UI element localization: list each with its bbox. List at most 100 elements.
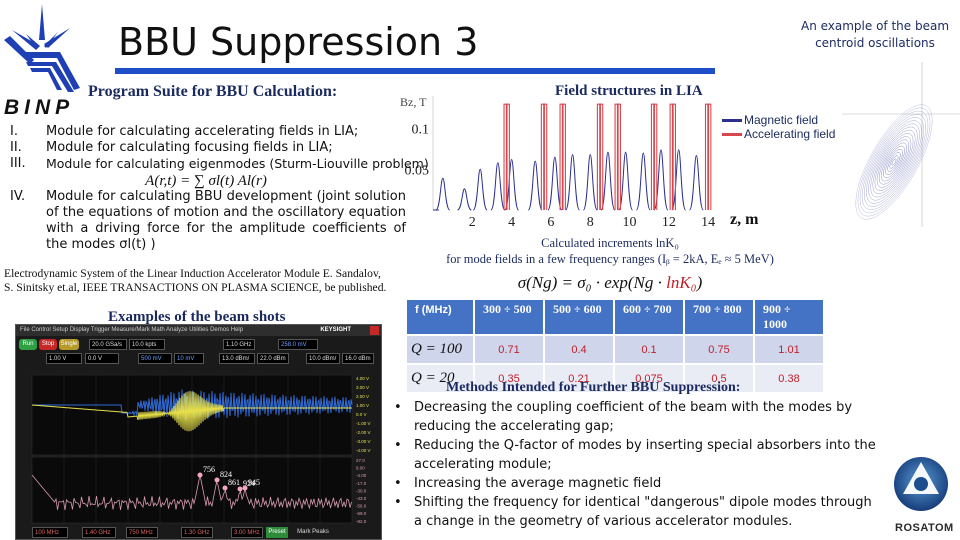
accelerating-field-pulse	[561, 103, 566, 210]
db-tick-label: 27.0	[356, 458, 365, 463]
scope-mark-peaks-toggle[interactable]: Mark Peaks	[292, 527, 334, 538]
binp-logo-icon	[4, 4, 80, 92]
scope-ch1-scale[interactable]: 1.00 V	[46, 353, 82, 364]
citation-line-1: Electrodynamic System of the Linear Indu…	[4, 267, 381, 280]
table-cell: 0.1	[615, 336, 683, 363]
accelerating-field-pulse	[707, 103, 712, 210]
legend-item-magnetic: Magnetic field	[722, 113, 835, 127]
scope-ch2-scale[interactable]: 500 mV	[138, 353, 172, 364]
module-item-3: III. Module for calculating eigenmodes (S…	[6, 156, 429, 172]
centroid-orbit	[864, 117, 924, 207]
scope-close-icon[interactable]	[370, 326, 379, 335]
scope-start-field[interactable]: 100 MHz	[32, 527, 68, 538]
scope-memory[interactable]: 10.0 kpts	[129, 339, 165, 350]
accelerating-field-pulse	[671, 103, 677, 210]
scope-stop-button[interactable]: Stop	[39, 339, 57, 350]
module-item-1: I. Module for calculating accelerating fi…	[6, 124, 406, 140]
time-domain-grid	[31, 374, 353, 456]
centroid-orbit	[859, 110, 929, 214]
bullet: •	[394, 400, 402, 415]
caption-line-2: centroid oscillations	[815, 36, 935, 50]
methods-title: Methods Intended for Further BBU Suppres…	[446, 380, 741, 395]
module-text: Module for calculating focusing fields i…	[46, 140, 333, 156]
table-cell: 0.4	[545, 336, 613, 363]
db-tick-label: -43.0	[356, 496, 367, 501]
spectrum-peak-label: 945	[248, 478, 260, 487]
db-tick-label: -56.0	[356, 504, 367, 509]
beam-centroid-caption: An example of the beam centroid oscillat…	[800, 18, 950, 52]
spectrum-peak-label: 824	[220, 470, 232, 479]
scope-math1-ref[interactable]: 22.0 dBm	[257, 353, 289, 364]
module-item-4: IV. Module for calculating BBU developmen…	[6, 189, 406, 254]
spectrum-trace	[31, 474, 352, 511]
formula-lnk0: lnK₀	[666, 273, 697, 292]
centroid-orbit	[887, 152, 901, 172]
table-header: 300 ÷ 500	[475, 300, 543, 334]
scope-span-field[interactable]: 1.30 GHz	[181, 527, 213, 538]
x-tick-label: 14	[701, 215, 715, 230]
x-tick-label: 8	[587, 215, 594, 230]
scope-trigger-level[interactable]: 258.0 mV	[278, 339, 318, 350]
x-tick-label: 12	[662, 215, 676, 230]
db-tick-label: -30.0	[356, 488, 367, 493]
citation: Electrodynamic System of the Linear Indu…	[4, 267, 404, 295]
scope-math2-scale[interactable]: 10.0 dBm/	[306, 353, 340, 364]
x-tick-label: 4	[508, 215, 515, 230]
legend-label: Accelerating field	[744, 127, 836, 141]
scope-single-button[interactable]: Single	[59, 339, 79, 350]
x-tick-label: 2	[469, 215, 476, 230]
centroid-orbit	[889, 155, 899, 169]
scope-preset-button[interactable]: Preset	[266, 527, 288, 538]
accelerating-field-pulse	[616, 103, 621, 210]
program-suite-title: Program Suite for BBU Calculation:	[88, 83, 338, 100]
page-title: BBU Suppression 3	[118, 20, 479, 64]
channel1-waveform	[31, 391, 352, 432]
spectrum-peak-marker	[214, 477, 220, 483]
legend-item-accelerating: Accelerating field	[722, 127, 835, 141]
centroid-orbit	[870, 126, 918, 198]
method-item: • Reducing the Q-factor of modes by inser…	[392, 436, 882, 474]
spectrum-grid	[31, 456, 353, 524]
method-text: Increasing the average magnetic field	[414, 476, 662, 491]
eigenmode-formula: A(r,t) = ∑ σl(t) Al(r)	[145, 172, 267, 189]
scope-cf-field[interactable]: 750 MHz	[126, 527, 158, 538]
db-tick-label: -82.0	[356, 519, 367, 524]
scope-math1-scale[interactable]: 13.0 dBm/	[219, 353, 255, 364]
spectrum-peak-label: 756	[203, 465, 215, 474]
centroid-orbit	[868, 123, 920, 201]
scope-menubar: File Control Setup Display Trigger Measu…	[16, 325, 381, 336]
method-item: • Decreasing the coupling coefficient of …	[392, 398, 882, 436]
legend-swatch	[722, 118, 742, 122]
growth-formula: σ(Ng) = σ₀ · exp(Ng · lnK₀)	[400, 273, 820, 293]
x-tick-label: 10	[623, 215, 637, 230]
table-row-label: Q = 100	[407, 336, 473, 363]
table-header-row: f (MHz) 300 ÷ 500 500 ÷ 600 600 ÷ 700 70…	[407, 300, 823, 334]
spectrum-peak-marker	[197, 472, 203, 478]
scope-run-button[interactable]: Run	[19, 339, 37, 350]
x-tick-label: 6	[547, 215, 554, 230]
volt-tick-label: -3.00 V	[356, 439, 371, 444]
legend-swatch	[722, 132, 742, 136]
volt-tick-label: -1.00 V	[356, 421, 371, 426]
scope-frequency[interactable]: 1.10 GHz	[223, 339, 255, 350]
table-cell: 1.01	[755, 336, 823, 363]
accelerating-field-pulse	[599, 103, 604, 210]
table-cell: 0.71	[475, 336, 543, 363]
scope-rbw-field[interactable]: 3.00 MHz	[231, 527, 263, 538]
volt-tick-label: 4.00 V	[356, 376, 369, 381]
scope-math2-ref[interactable]: 16.0 dBm	[342, 353, 374, 364]
module-list: I. Module for calculating accelerating fi…	[6, 124, 429, 254]
spectrum-peak-marker	[222, 485, 228, 491]
accelerating-field-pulse	[653, 103, 658, 210]
accelerating-field-pulse	[543, 103, 548, 210]
centroid-orbit	[857, 107, 931, 217]
binp-logo-text: BINP	[4, 96, 75, 119]
oscilloscope-screenshot: File Control Setup Display Trigger Measu…	[15, 324, 382, 540]
scope-stop-field[interactable]: 1.40 GHz	[82, 527, 116, 538]
table-header: 700 ÷ 800	[685, 300, 753, 334]
scope-ch2-offset[interactable]: 10 mV	[174, 353, 204, 364]
scope-sample-rate[interactable]: 20.0 GSa/s	[89, 339, 127, 350]
method-item: • Increasing the average magnetic field	[392, 474, 882, 493]
method-text: Reducing the Q-factor of modes by insert…	[414, 438, 876, 472]
scope-ch1-offset[interactable]: 0.0 V	[85, 353, 119, 364]
